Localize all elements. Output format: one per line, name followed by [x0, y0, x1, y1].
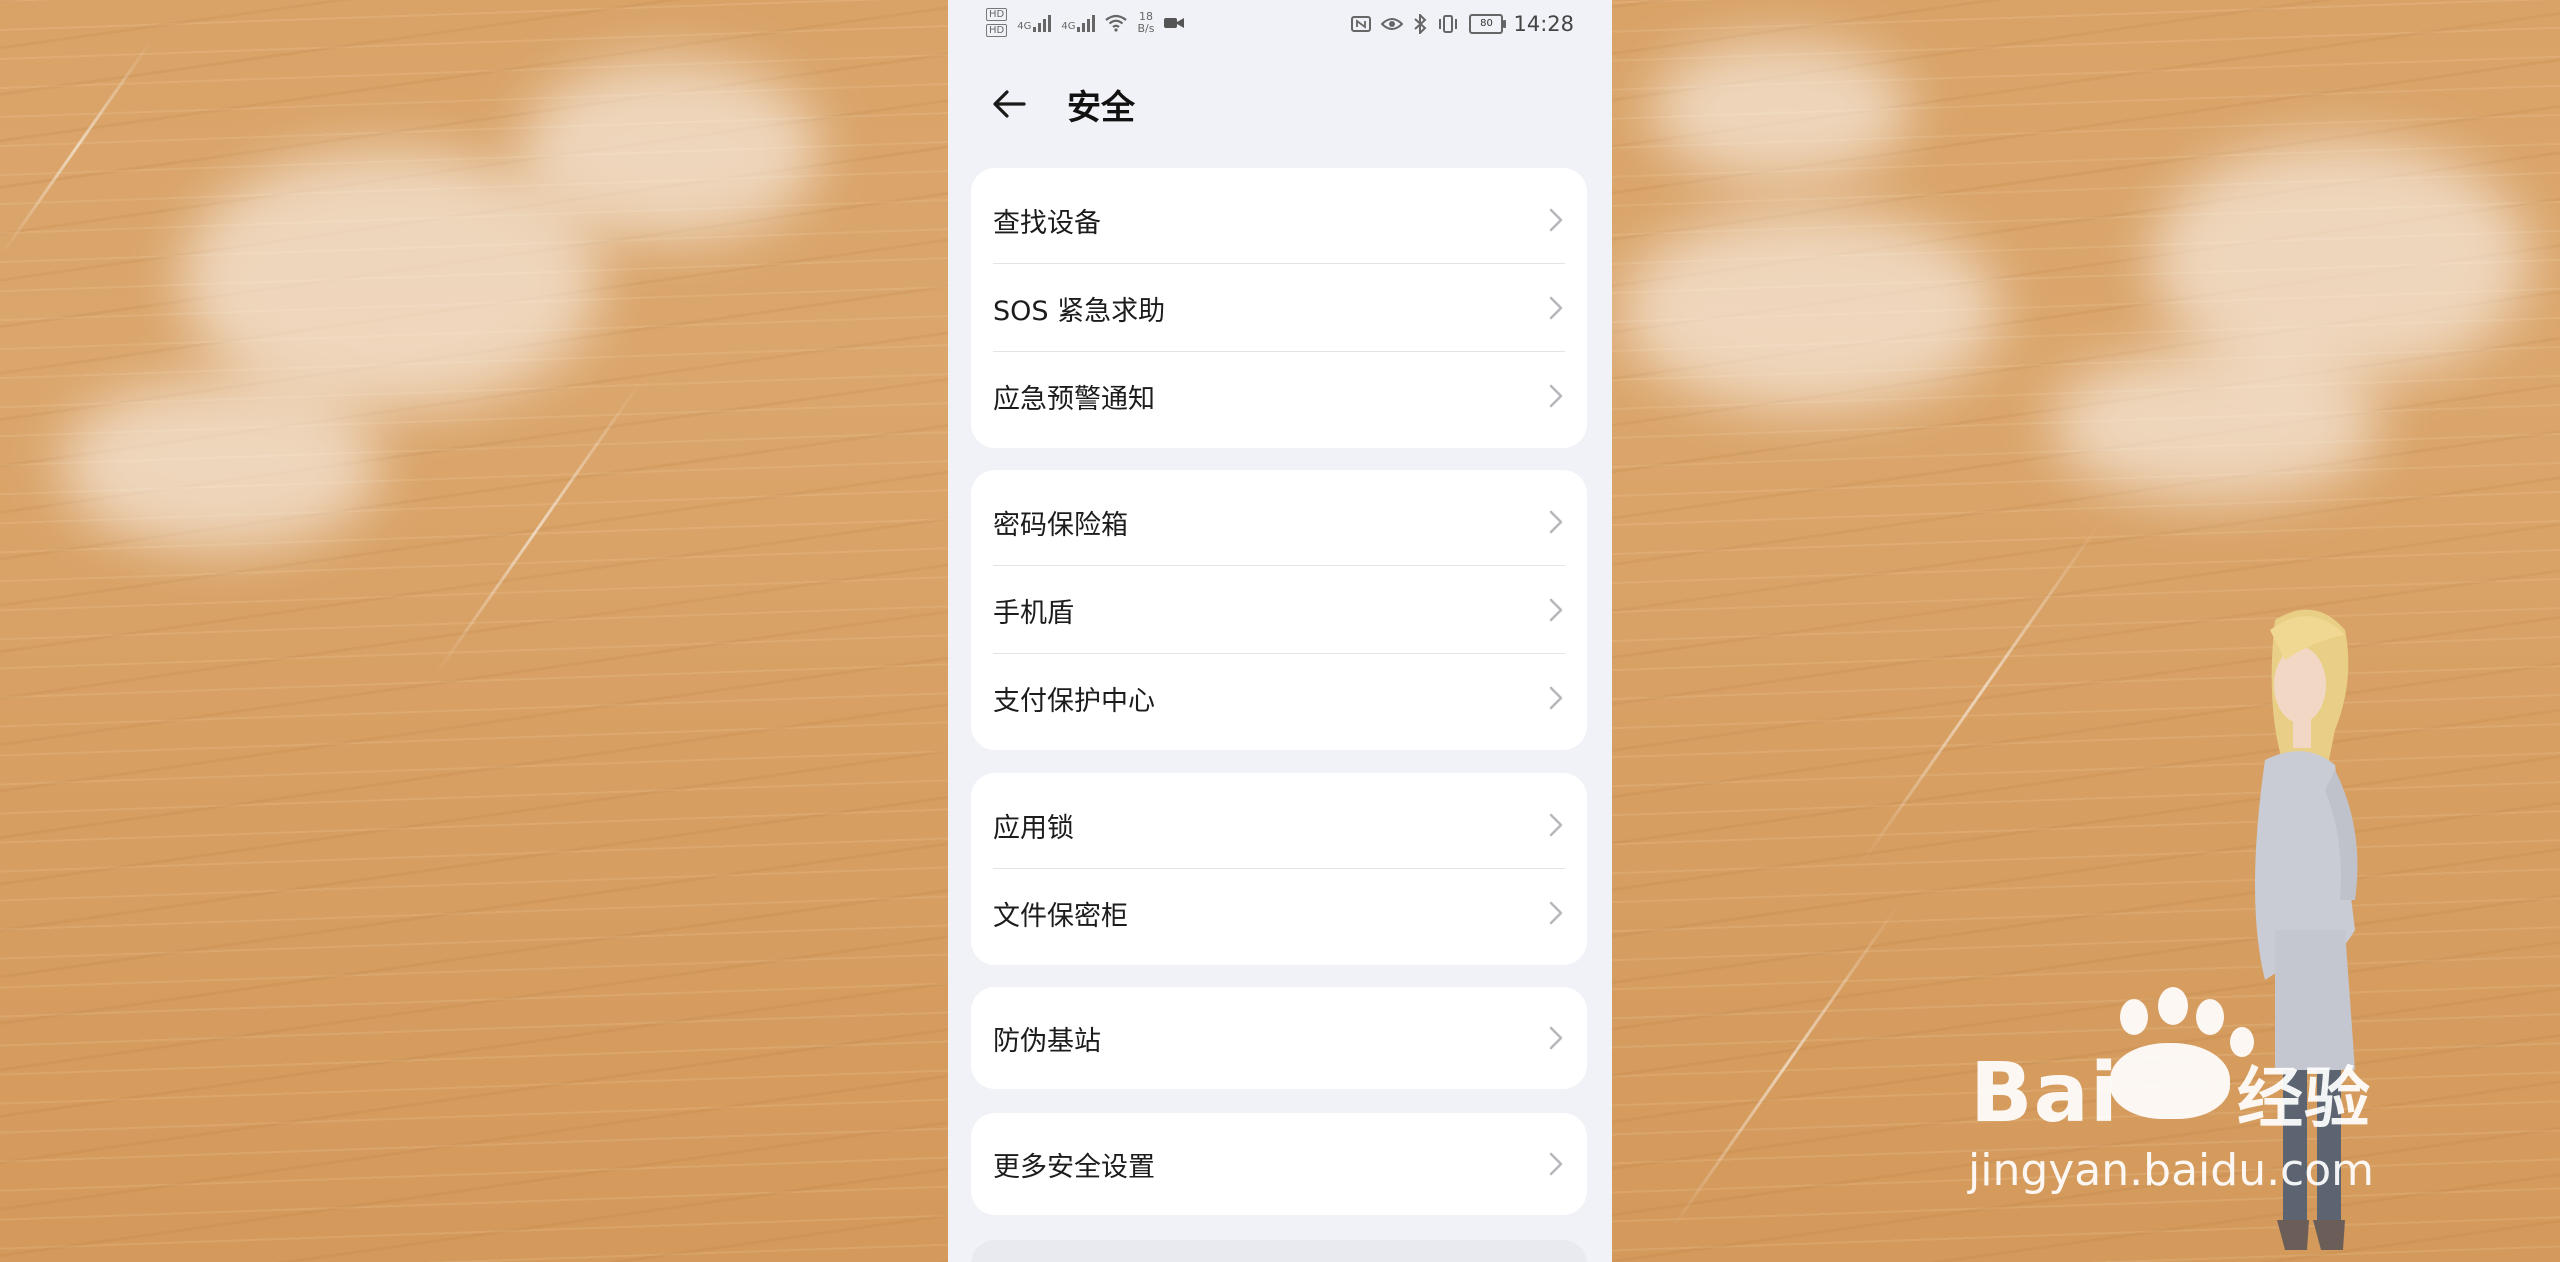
phone-screen: HD HD 4G 4G 18 B/s 80 14:28 安全 查找设备 SOS … [948, 0, 1612, 1262]
settings-group-3: 应用锁 文件保密柜 [971, 773, 1587, 965]
nfc-icon [1351, 16, 1372, 32]
menu-item-more-security[interactable]: 更多安全设置 [971, 1120, 1587, 1208]
status-bar: HD HD 4G 4G 18 B/s 80 14:28 [948, 0, 1612, 50]
menu-item-file-safe[interactable]: 文件保密柜 [971, 869, 1587, 957]
baidu-jingyan-watermark: Bai 经验 jingyan.baidu.com [1960, 985, 2430, 1215]
status-right: 80 14:28 [1351, 12, 1574, 36]
network-type: 4G [1061, 20, 1076, 32]
chevron-right-icon [1549, 1152, 1563, 1176]
watermark-brand-left: Bai [1970, 1046, 2119, 1141]
menu-item-fake-base-station[interactable]: 防伪基站 [971, 994, 1587, 1082]
signal-icon [1033, 14, 1052, 32]
hd-badge: HD [986, 24, 1008, 37]
watermark-brand-right: 经验 [2236, 1060, 2371, 1137]
watermark-brand: Bai 经验 [1970, 1045, 2371, 1141]
menu-item-label: 查找设备 [993, 207, 1101, 239]
status-left: HD HD 4G 4G 18 B/s [986, 8, 1185, 37]
cloud [2050, 350, 2380, 500]
network-type: 4G [1017, 20, 1032, 32]
menu-item-label: 防伪基站 [993, 1025, 1101, 1057]
settings-group-5: 更多安全设置 [971, 1113, 1587, 1215]
menu-item-label: 密码保险箱 [993, 509, 1128, 541]
hd-badges: HD HD [986, 8, 1008, 37]
chevron-right-icon [1549, 1026, 1563, 1050]
network-speed-unit: B/s [1137, 21, 1155, 35]
menu-item-label: 更多安全设置 [993, 1151, 1155, 1183]
menu-item-label: 应用锁 [993, 812, 1074, 844]
chevron-right-icon [1549, 296, 1563, 320]
battery-icon: 80 [1469, 14, 1507, 34]
menu-item-label: 支付保护中心 [993, 685, 1155, 717]
chevron-right-icon [1549, 384, 1563, 408]
settings-group-1: 查找设备 SOS 紧急求助 应急预警通知 [971, 168, 1587, 448]
chevron-right-icon [1549, 686, 1563, 710]
wifi-icon [1105, 14, 1128, 32]
chevron-right-icon [1549, 208, 1563, 232]
menu-item-app-lock[interactable]: 应用锁 [971, 781, 1587, 869]
menu-item-label: 应急预警通知 [993, 383, 1155, 415]
cloud [2150, 140, 2530, 380]
cloud [1620, 210, 2000, 410]
settings-group-2: 密码保险箱 手机盾 支付保护中心 [971, 470, 1587, 750]
arrow-left-icon[interactable] [988, 82, 1032, 126]
chevron-right-icon [1549, 901, 1563, 925]
settings-group-4: 防伪基站 [971, 987, 1587, 1089]
menu-item-emergency-alerts[interactable]: 应急预警通知 [971, 352, 1587, 440]
watermark-url: jingyan.baidu.com [1968, 1145, 2375, 1196]
bluetooth-icon [1414, 14, 1427, 34]
battery-level: 80 [1480, 18, 1493, 29]
network-speed-value: 18 [1138, 9, 1153, 23]
menu-item-password-vault[interactable]: 密码保险箱 [971, 478, 1587, 566]
menu-item-label: 手机盾 [993, 597, 1074, 629]
menu-item-payment-protection[interactable]: 支付保护中心 [971, 654, 1587, 742]
eye-comfort-icon [1381, 18, 1404, 30]
chevron-right-icon [1549, 598, 1563, 622]
chevron-right-icon [1549, 510, 1563, 534]
settings-group-6-partial [971, 1240, 1587, 1262]
network-speed: 18 B/s [1137, 9, 1155, 35]
cloud [520, 60, 820, 240]
light-streak [1859, 520, 2103, 866]
video-camera-icon [1164, 17, 1185, 28]
menu-item-label: 文件保密柜 [993, 900, 1128, 932]
cloud [60, 380, 380, 550]
light-streak [0, 40, 153, 255]
signal-icon [1077, 14, 1096, 32]
menu-item-sos[interactable]: SOS 紧急求助 [971, 264, 1587, 352]
chevron-right-icon [1549, 813, 1563, 837]
signal-1: 4G [1017, 14, 1052, 32]
signal-2: 4G [1061, 14, 1096, 32]
menu-item-find-device[interactable]: 查找设备 [971, 176, 1587, 264]
hd-badge: HD [986, 8, 1008, 21]
menu-item-phone-shield[interactable]: 手机盾 [971, 566, 1587, 654]
light-streak [1670, 900, 1903, 1230]
vibrate-icon [1439, 15, 1458, 33]
title-bar: 安全 [948, 70, 1612, 134]
menu-item-label: SOS 紧急求助 [993, 295, 1166, 327]
light-streak [433, 380, 643, 677]
page-title: 安全 [1067, 88, 1135, 128]
cloud [1650, 40, 1910, 180]
clock: 14:28 [1513, 12, 1574, 36]
